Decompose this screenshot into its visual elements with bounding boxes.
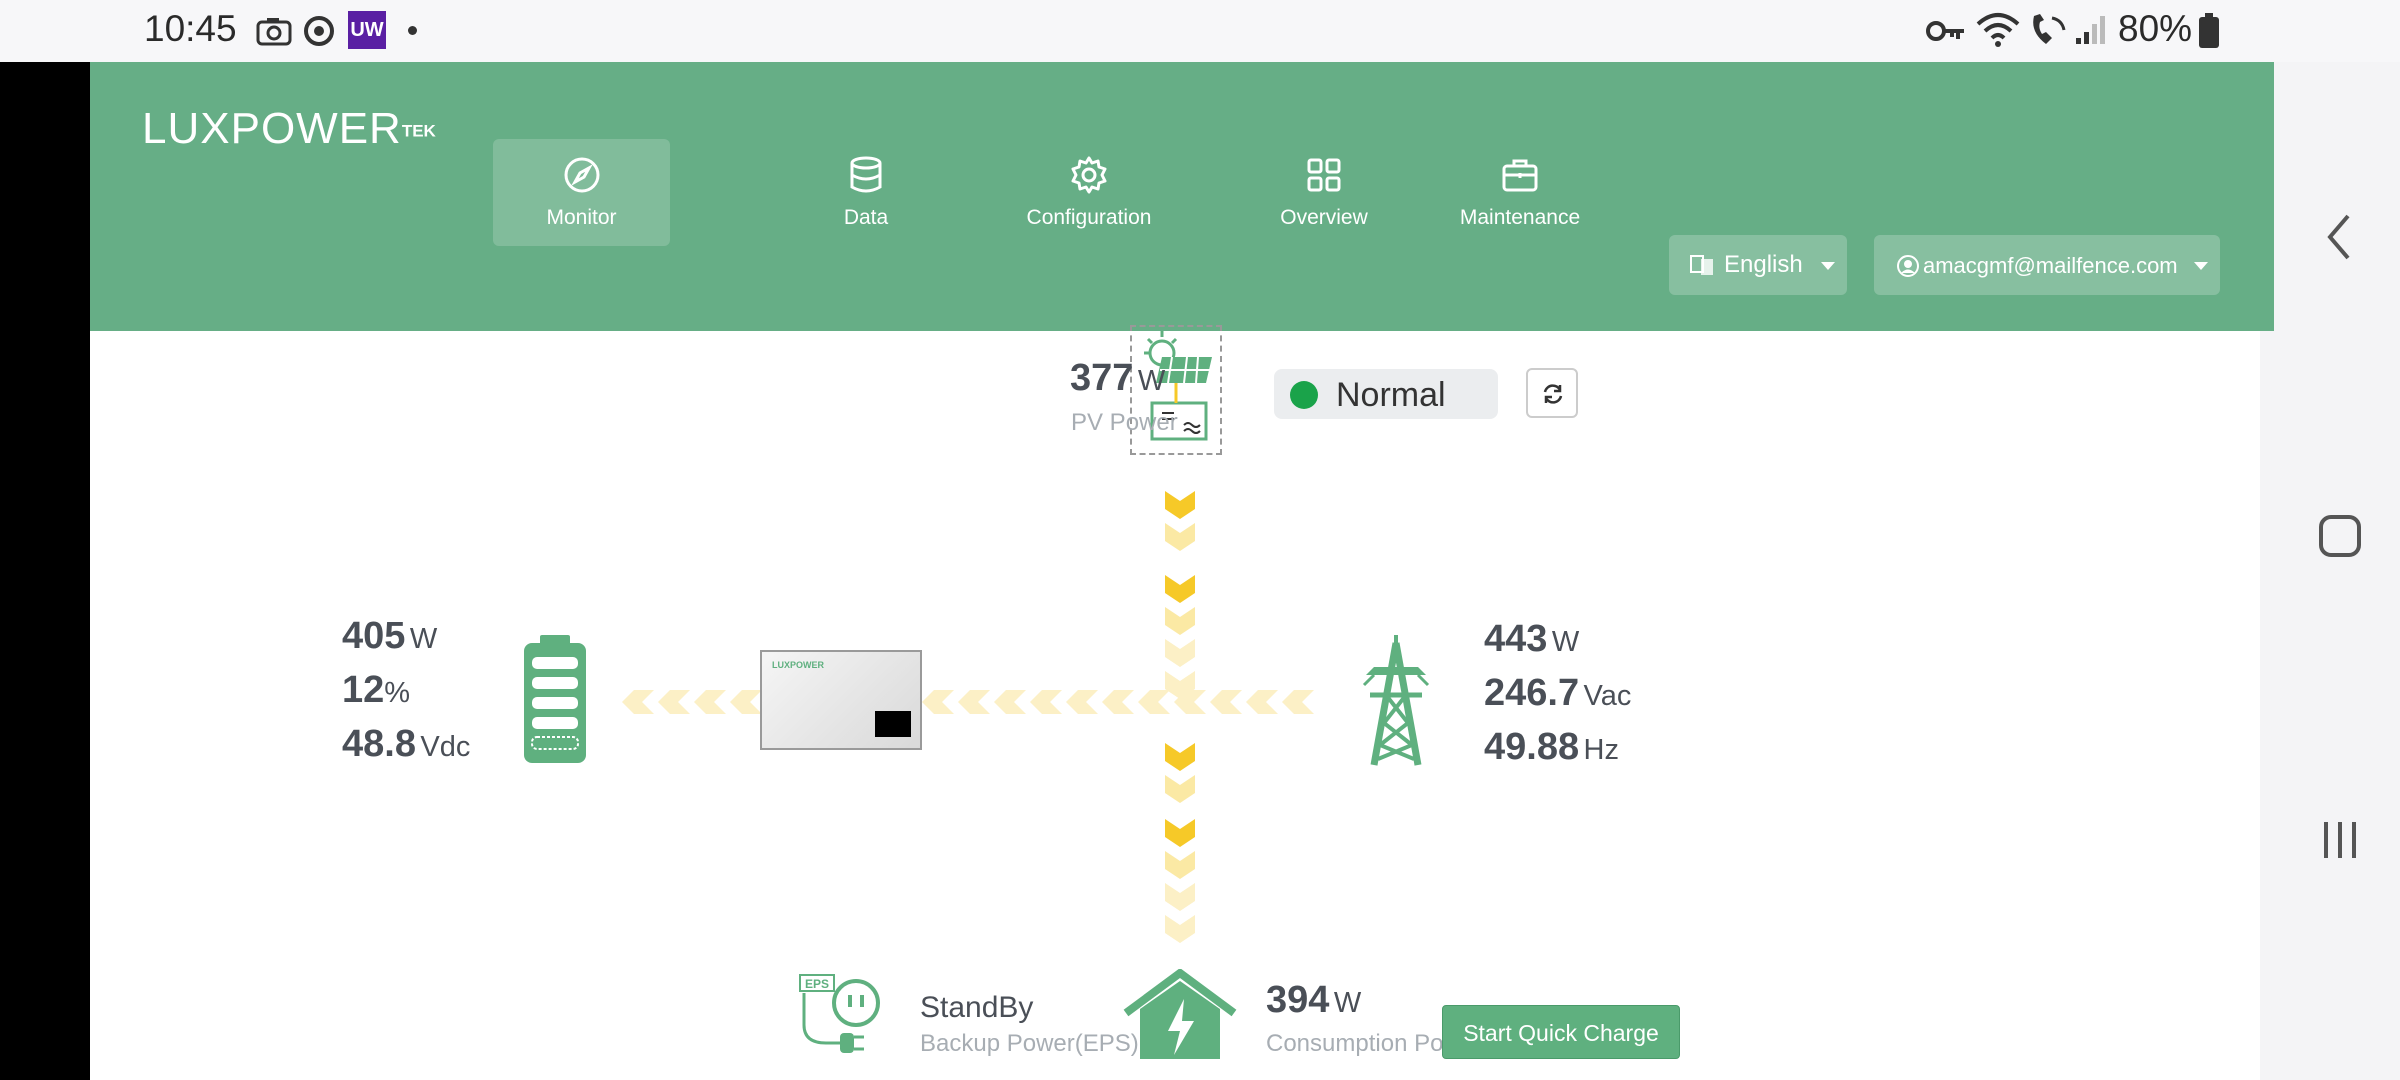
status-dot-icon <box>1290 381 1318 409</box>
android-nav-bar <box>2260 62 2400 1080</box>
grid-frequency-value: 49.88 <box>1484 726 1580 768</box>
user-menu[interactable]: amacgmf@mailfence.com <box>1874 235 2220 295</box>
battery-soc-unit: % <box>384 677 411 709</box>
grid-power-value: 443 <box>1484 618 1548 660</box>
eps-badge-text: EPS <box>805 977 829 991</box>
nav-data-label: Data <box>843 206 889 229</box>
nav-configuration-label: Configuration <box>1026 206 1152 229</box>
home-icon[interactable] <box>2318 514 2362 563</box>
battery-voltage-value: 48.8 <box>342 723 416 765</box>
status-time: 10:45 <box>144 8 237 49</box>
eps-label: Backup Power(EPS) <box>920 1030 1139 1057</box>
nav-overview-label: Overview <box>1280 206 1368 229</box>
pv-power-value: 377 <box>1070 357 1134 399</box>
grid-voltage-unit: Vac <box>1583 680 1632 712</box>
home-flow-arrows <box>1165 743 1195 943</box>
battery-power-reading: 405 W <box>342 615 437 658</box>
inverter-logo: LUXPOWER <box>772 660 825 670</box>
notification-dot-icon <box>408 26 417 35</box>
pv-power-label: PV Power <box>1071 409 1178 436</box>
back-icon[interactable] <box>2324 212 2354 267</box>
grid-frequency-unit: Hz <box>1583 734 1619 766</box>
nav-maintenance[interactable]: Maintenance <box>1410 139 1630 246</box>
eps-state: StandBy <box>920 991 1034 1024</box>
grid-flow-arrows <box>922 690 1314 714</box>
monitor-panel: 377 W PV Power Normal 405 W 12% 48.8 Vdc <box>90 325 2258 1080</box>
consumption-reading: 394 W <box>1266 979 1361 1022</box>
grid-power-unit: W <box>1551 626 1580 658</box>
language-icon <box>1689 252 1715 285</box>
nav-configuration[interactable]: Configuration <box>982 139 1196 246</box>
nav-monitor[interactable]: Monitor <box>493 139 670 246</box>
battery-voltage-reading: 48.8 Vdc <box>342 723 470 766</box>
nav-data[interactable]: Data <box>776 139 956 246</box>
pv-power-reading: 377 W <box>1070 357 1165 400</box>
chevron-down-icon <box>2194 262 2208 270</box>
battery-icon <box>2198 13 2220 54</box>
battery-percent: 80% <box>2118 8 2193 49</box>
recents-icon[interactable] <box>2318 818 2362 867</box>
consumption-unit: W <box>1333 987 1362 1019</box>
wifi-icon <box>1976 12 2020 53</box>
sync-icon <box>302 14 336 53</box>
language-select[interactable]: English <box>1669 235 1847 295</box>
grid-icon <box>1304 155 1344 195</box>
app-badge: UW <box>348 11 386 49</box>
battery-flow-arrows <box>622 690 762 714</box>
camera-icon <box>256 16 292 51</box>
grid-voltage-value: 246.7 <box>1484 672 1580 714</box>
nav-maintenance-label: Maintenance <box>1459 206 1581 229</box>
grid-voltage-reading: 246.7 Vac <box>1484 672 1631 715</box>
home-consumption-icon <box>1122 968 1238 1066</box>
wifi-call-icon <box>2028 12 2068 53</box>
battery-voltage-unit: Vdc <box>420 731 471 763</box>
chevron-down-icon <box>1821 262 1835 270</box>
logo-suffix: TEK <box>401 121 436 141</box>
consumption-label: Consumption Po <box>1266 1030 1444 1057</box>
brand-logo: LUXPOWERTEK <box>142 104 436 164</box>
battery-soc-value: 12 <box>342 669 385 711</box>
grid-frequency-reading: 49.88 Hz <box>1484 726 1619 769</box>
user-email: amacgmf@mailfence.com <box>1923 253 2178 278</box>
app-header: LUXPOWERTEK Monitor Data Configuration O… <box>90 62 2274 331</box>
refresh-button[interactable] <box>1526 368 1578 418</box>
left-edge <box>0 62 90 1080</box>
consumption-value: 394 <box>1266 979 1330 1021</box>
grid-tower-icon <box>1356 633 1436 772</box>
nav-monitor-label: Monitor <box>546 206 617 229</box>
battery-power-unit: W <box>409 623 438 655</box>
grid-power-reading: 443 W <box>1484 618 1579 661</box>
status-badge: Normal <box>1274 369 1498 419</box>
battery-power-value: 405 <box>342 615 406 657</box>
pv-power-unit: W <box>1137 365 1166 397</box>
database-icon <box>846 155 886 195</box>
refresh-icon <box>1541 382 1565 411</box>
gear-icon <box>1069 155 1109 195</box>
inverter-icon: LUXPOWER <box>760 650 922 750</box>
battery-icon <box>522 635 588 770</box>
compass-icon <box>562 155 602 195</box>
status-text: Normal <box>1336 376 1446 414</box>
language-value: English <box>1724 251 1803 278</box>
key-icon <box>1926 16 1966 51</box>
nav-overview[interactable]: Overview <box>1226 139 1422 246</box>
inverter-display <box>875 711 911 737</box>
status-bar: 10:45 UW 80% <box>0 0 2400 62</box>
pv-flow-arrows <box>1165 491 1195 699</box>
briefcase-icon <box>1500 155 1540 195</box>
user-icon <box>1896 254 1920 284</box>
eps-plug-icon: EPS <box>796 973 886 1064</box>
logo-text: LUXPOWER <box>142 104 402 153</box>
signal-icon <box>2074 14 2108 51</box>
start-quick-charge-button[interactable]: Start Quick Charge <box>1442 1005 1680 1059</box>
battery-soc-reading: 12% <box>342 669 410 712</box>
